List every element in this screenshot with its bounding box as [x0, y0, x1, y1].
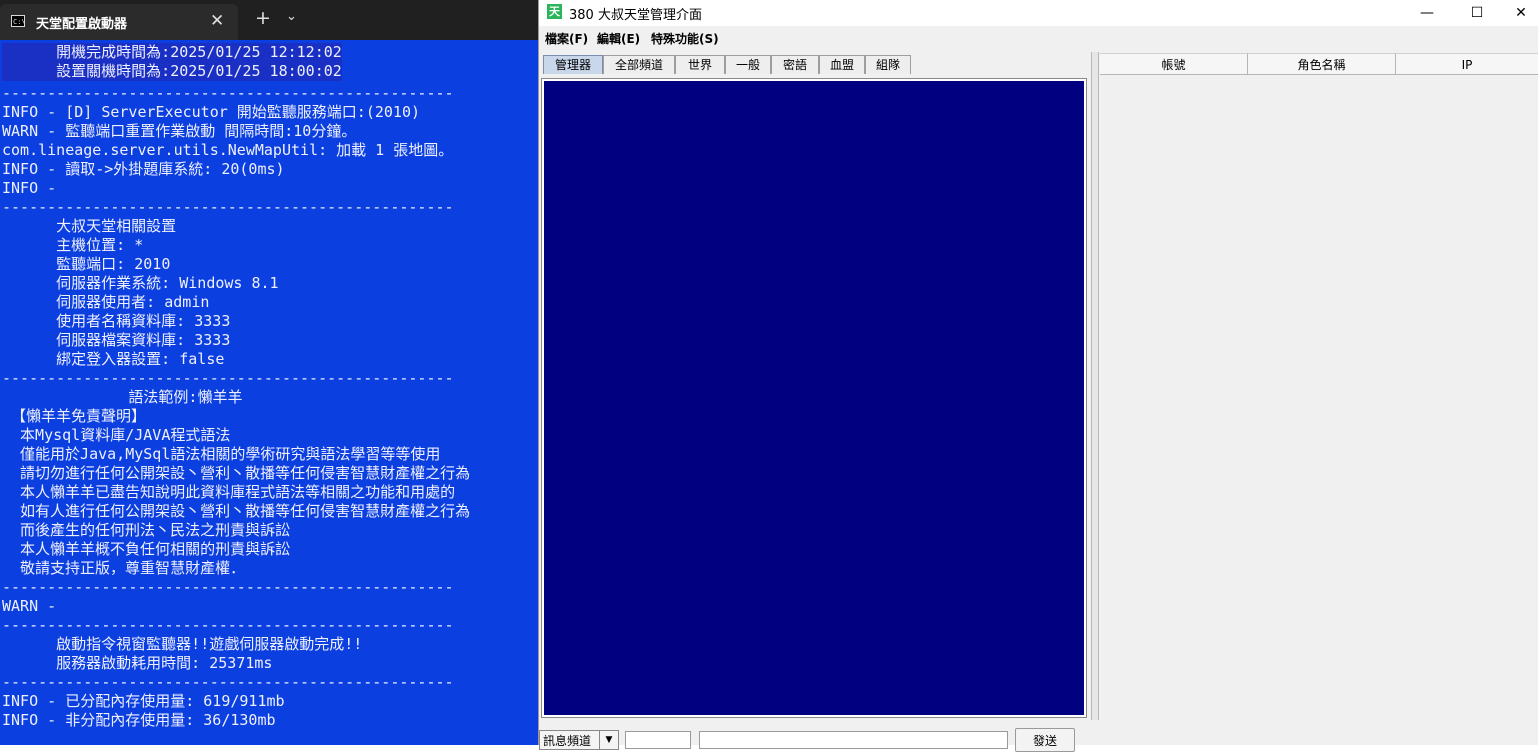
terminal-line: WARN - 監聽端口重置作業啟動 間隔時間:10分鐘。	[2, 122, 357, 140]
terminal-line: 請切勿進行任何公開架設丶營利丶散播等任何侵害智慧財產權之行為	[2, 464, 471, 482]
terminal-window: C:\ 天堂配置啟動器 ✕ + ⌄ 開機完成時間為:2025/01/25 12:…	[0, 0, 538, 745]
terminal-tab[interactable]: C:\ 天堂配置啟動器 ✕	[0, 4, 238, 40]
terminal-line: INFO - [D] ServerExecutor 開始監聽服務端口:(2010…	[2, 103, 421, 121]
tab-world[interactable]: 世界	[675, 55, 725, 74]
dropdown-arrow-icon[interactable]: ▼	[599, 731, 618, 749]
message-input[interactable]	[699, 731, 1008, 749]
terminal-line: 本人懶羊羊已盡告知說明此資料庫程式語法等相關之功能和用處的	[2, 483, 456, 501]
new-tab-button[interactable]: +	[255, 7, 271, 29]
terminal-line: 伺服器使用者: admin	[2, 293, 210, 311]
terminal-line: 主機位置: *	[2, 236, 144, 254]
terminal-line: ----------------------------------------…	[2, 84, 454, 102]
terminal-line: 啟動指令視窗監聽器!!遊戲伺服器啟動完成!!	[2, 635, 363, 653]
terminal-line: 而後產生的任何刑法丶民法之刑責與訴訟	[2, 521, 291, 539]
terminal-line: 敬請支持正版，尊重智慧財產權．	[2, 559, 246, 577]
menu-special[interactable]: 特殊功能(S)	[651, 30, 719, 47]
terminal-line: com.lineage.server.utils.NewMapUtil: 加載 …	[2, 141, 454, 159]
terminal-line: ----------------------------------------…	[2, 578, 454, 596]
menu-edit[interactable]: 編輯(E)	[597, 30, 640, 47]
terminal-line: WARN -	[2, 597, 57, 615]
terminal-line: INFO - 已分配內存使用量: 619/911mb	[2, 692, 285, 710]
tab-all-channels[interactable]: 全部頻道	[603, 55, 675, 74]
terminal-tab-bar: C:\ 天堂配置啟動器 ✕ + ⌄	[0, 0, 538, 40]
chat-log-content[interactable]	[544, 81, 1084, 715]
send-button[interactable]: 發送	[1015, 728, 1075, 752]
terminal-line: ----------------------------------------…	[2, 673, 454, 691]
maximize-button[interactable]: ☐	[1457, 2, 1497, 24]
terminal-line: INFO - 非分配內存使用量: 36/130mb	[2, 711, 276, 729]
channel-select[interactable]: 訊息頻道 ▼	[539, 730, 619, 750]
terminal-line: 如有人進行任何公開架設丶營利丶散播等任何侵害智慧財產權之行為	[2, 502, 471, 520]
close-button[interactable]: ✕	[1501, 2, 1538, 24]
terminal-line: 監聽端口: 2010	[2, 255, 171, 273]
tab-party[interactable]: 組隊	[865, 55, 911, 74]
terminal-line: ----------------------------------------…	[2, 198, 454, 216]
column-header-character-name[interactable]: 角色名稱	[1248, 53, 1396, 75]
terminal-line: 語法範例:懶羊羊	[2, 388, 243, 406]
chat-log-panel[interactable]	[541, 78, 1087, 718]
minimize-button[interactable]: —	[1407, 2, 1447, 24]
terminal-line: ----------------------------------------…	[2, 369, 454, 387]
terminal-line: 大叔天堂相關設置	[2, 217, 177, 235]
online-users-table[interactable]: 帳號 角色名稱 IP	[1100, 53, 1538, 720]
split-pane-divider[interactable]	[1091, 52, 1099, 720]
terminal-line: ----------------------------------------…	[2, 616, 454, 634]
menu-bar: 檔案(F) 編輯(E) 特殊功能(S)	[539, 26, 1538, 50]
close-tab-icon[interactable]: ✕	[210, 11, 224, 31]
terminal-line: 本Mysql資料庫/JAVA程式語法	[2, 426, 231, 444]
menu-file[interactable]: 檔案(F)	[545, 30, 588, 47]
target-name-input[interactable]	[625, 731, 691, 749]
tab-manager[interactable]: 管理器	[543, 55, 603, 74]
terminal-line: 伺服器作業系統: Windows 8.1	[2, 274, 279, 292]
terminal-tab-title: 天堂配置啟動器	[36, 17, 128, 32]
app-icon: 天	[547, 4, 562, 19]
tab-clan[interactable]: 血盟	[819, 55, 865, 74]
terminal-line: 設置關機時間為:2025/01/25 18:00:02	[2, 62, 342, 81]
manager-title-bar[interactable]: 天 380 大叔天堂管理介面 — ☐ ✕	[539, 0, 1538, 26]
terminal-line: INFO - 讀取->外掛題庫系統: 20(0ms)	[2, 160, 285, 178]
terminal-line: 開機完成時間為:2025/01/25 12:12:02	[2, 43, 342, 62]
column-header-ip[interactable]: IP	[1396, 53, 1538, 75]
tab-normal[interactable]: 一般	[725, 55, 771, 74]
terminal-line: 綁定登入器設置: false	[2, 350, 225, 368]
channel-select-value: 訊息頻道	[543, 734, 592, 748]
chevron-down-icon[interactable]: ⌄	[286, 9, 297, 24]
terminal-line: 【懶羊羊免責聲明】	[2, 407, 147, 425]
tab-whisper[interactable]: 密語	[771, 55, 819, 74]
console-icon: C:\	[11, 15, 26, 27]
terminal-output[interactable]: 開機完成時間為:2025/01/25 12:12:02 設置關機時間為:2025…	[0, 40, 538, 745]
manager-window: 天 380 大叔天堂管理介面 — ☐ ✕ 檔案(F) 編輯(E) 特殊功能(S)…	[538, 0, 1538, 752]
terminal-line: 伺服器檔案資料庫: 3333	[2, 331, 231, 349]
column-header-account[interactable]: 帳號	[1100, 53, 1248, 75]
window-title: 380 大叔天堂管理介面	[569, 8, 702, 23]
terminal-line: 本人懶羊羊概不負任何相關的刑責與訴訟	[2, 540, 291, 558]
terminal-line: 僅能用於Java,MySql語法相關的學術研究與語法學習等等使用	[2, 445, 441, 463]
terminal-line: 服務器啟動耗用時間: 25371ms	[2, 654, 273, 672]
terminal-line: 使用者名稱資料庫: 3333	[2, 312, 231, 330]
terminal-line: INFO -	[2, 179, 57, 197]
